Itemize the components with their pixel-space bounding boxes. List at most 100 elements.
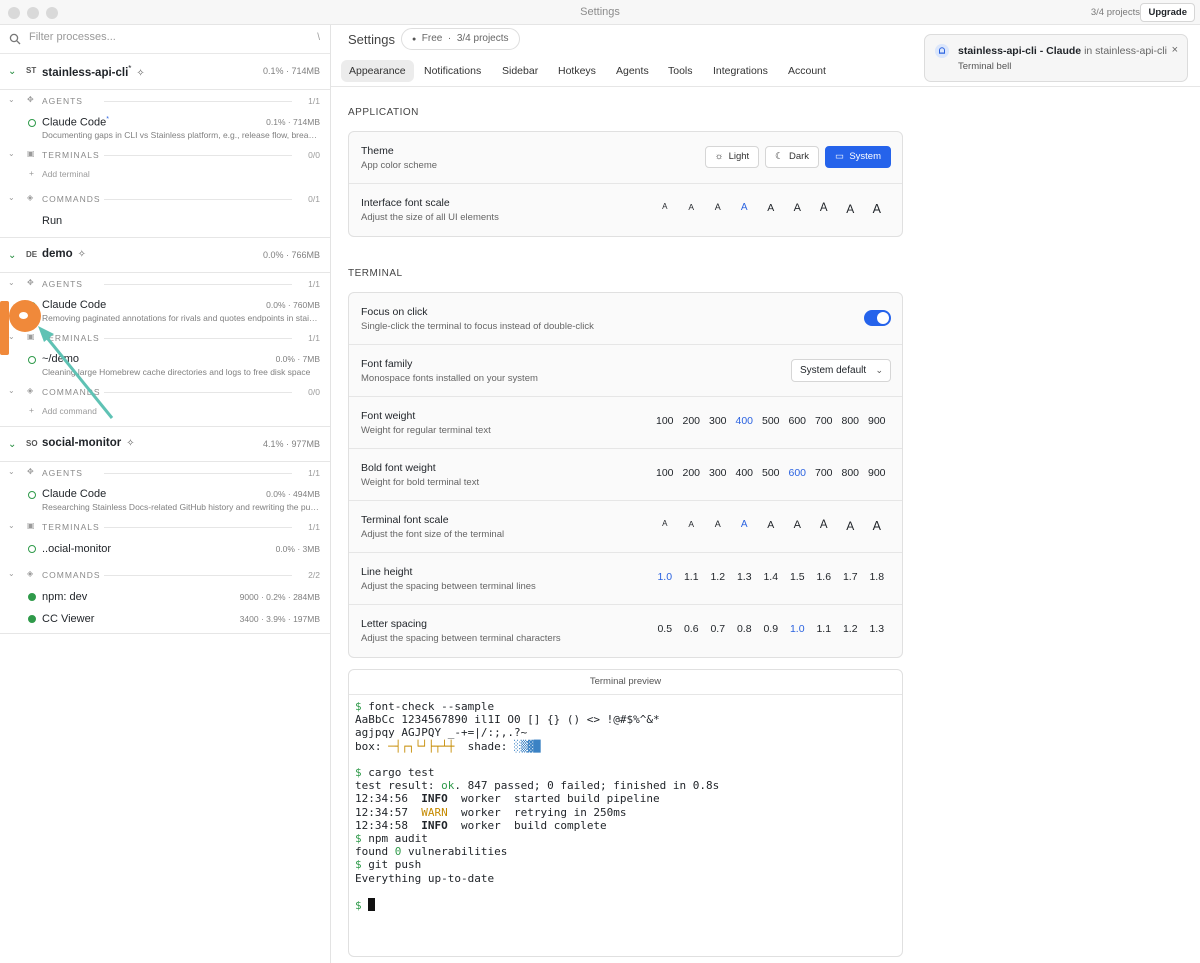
scale-option[interactable]: A	[784, 519, 811, 533]
line-height-option[interactable]: 1.5	[784, 571, 811, 583]
scale-option[interactable]: A	[758, 202, 785, 216]
scale-option[interactable]: A	[837, 202, 864, 216]
scale-option-selected[interactable]: A	[731, 519, 758, 533]
scale-option[interactable]: A	[678, 519, 705, 533]
chevron-down-icon[interactable]: ⌄	[8, 467, 15, 476]
letter-spacing-option[interactable]: 0.7	[705, 623, 732, 635]
scale-option[interactable]: A	[811, 202, 838, 216]
font-family-description: Monospace fonts installed on your system	[361, 373, 538, 384]
scale-option[interactable]: A	[652, 519, 679, 533]
line-height-option[interactable]: 1.8	[864, 571, 891, 583]
scale-option[interactable]: A	[864, 519, 891, 533]
letter-spacing-option[interactable]: 0.5	[652, 623, 679, 635]
tab-integrations[interactable]: Integrations	[705, 60, 776, 82]
terminal-item[interactable]: ..ocial-monitor 0.0% · 3MB	[0, 538, 330, 560]
line-height-row: Line height Adjust the spacing between t…	[349, 553, 902, 605]
theme-light-button[interactable]: ☼ Light	[704, 146, 760, 168]
weight-option[interactable]: 300	[705, 415, 732, 427]
chevron-down-icon[interactable]: ⌄	[8, 439, 16, 450]
weight-option-selected[interactable]: 400	[731, 415, 758, 427]
tab-sidebar[interactable]: Sidebar	[494, 60, 546, 82]
plan-badge[interactable]: ● Free · 3/4 projects	[401, 28, 520, 50]
weight-option[interactable]: 700	[811, 415, 838, 427]
agent-description: Researching Stainless Docs-related GitHu…	[42, 502, 320, 512]
theme-system-button[interactable]: ▭ System	[825, 146, 891, 168]
line-height-option[interactable]: 1.2	[705, 571, 732, 583]
chevron-down-icon[interactable]: ⌄	[8, 569, 15, 578]
font-family-select[interactable]: System default ⌄	[791, 359, 891, 382]
weight-option[interactable]: 500	[758, 415, 785, 427]
tab-tools[interactable]: Tools	[660, 60, 701, 82]
terminal-section-title: TERMINAL	[348, 268, 403, 279]
command-item[interactable]: CC Viewer 3400 · 3.9% · 197MB	[0, 608, 330, 634]
command-item[interactable]: npm: dev 9000 · 0.2% · 284MB	[0, 586, 330, 608]
scale-option-selected[interactable]: A	[731, 202, 758, 216]
letter-spacing-option-selected[interactable]: 1.0	[784, 623, 811, 635]
letter-spacing-option[interactable]: 0.9	[758, 623, 785, 635]
weight-option-selected[interactable]: 600	[784, 467, 811, 479]
weight-option[interactable]: 600	[784, 415, 811, 427]
line-height-option[interactable]: 1.7	[837, 571, 864, 583]
scale-option[interactable]: A	[678, 202, 705, 216]
notification-agent: Claude	[1046, 45, 1082, 57]
focus-on-click-description: Single-click the terminal to focus inste…	[361, 321, 594, 332]
focus-on-click-toggle[interactable]	[864, 310, 891, 326]
line-height-option-selected[interactable]: 1.0	[652, 571, 679, 583]
commands-section-header[interactable]: ⌄ ◈ COMMANDS 2/2	[0, 564, 330, 586]
scale-option[interactable]: A	[864, 202, 891, 216]
letter-spacing-option[interactable]: 0.8	[731, 623, 758, 635]
weight-option[interactable]: 700	[811, 467, 838, 479]
agents-section-header[interactable]: ⌄ ✥ AGENTS 1/1	[0, 462, 330, 484]
scale-option[interactable]: A	[705, 202, 732, 216]
tab-appearance[interactable]: Appearance	[341, 60, 414, 82]
weight-option[interactable]: 300	[705, 467, 732, 479]
annotation-arrow-icon	[38, 326, 114, 419]
weight-option[interactable]: 200	[678, 467, 705, 479]
terminals-section-header[interactable]: ⌄ ▣ TERMINALS 1/1	[0, 516, 330, 538]
tab-agents[interactable]: Agents	[608, 60, 657, 82]
weight-option[interactable]: 800	[837, 467, 864, 479]
chevron-down-icon[interactable]: ⌄	[8, 521, 15, 530]
command-title: npm: dev	[42, 591, 88, 603]
weight-option[interactable]: 200	[678, 415, 705, 427]
line-height-option[interactable]: 1.4	[758, 571, 785, 583]
weight-option[interactable]: 100	[652, 415, 679, 427]
tab-notifications[interactable]: Notifications	[416, 60, 489, 82]
weight-option[interactable]: 100	[652, 467, 679, 479]
agent-title: Claude Code	[42, 488, 107, 500]
scale-option[interactable]: A	[758, 519, 785, 533]
tab-hotkeys[interactable]: Hotkeys	[550, 60, 604, 82]
divider	[104, 338, 292, 339]
notification-body: Terminal bell	[958, 61, 1012, 72]
scale-option[interactable]: A	[705, 519, 732, 533]
terminal-preview[interactable]: Terminal preview $ font-check --sample A…	[348, 669, 903, 957]
weight-option[interactable]: 800	[837, 415, 864, 427]
bell-icon	[935, 44, 949, 58]
project-header[interactable]: ⌄ SO social-monitor ✧ 4.1% · 977MB	[0, 426, 330, 462]
theme-dark-button[interactable]: ☾ Dark	[765, 146, 820, 168]
letter-spacing-option[interactable]: 1.3	[864, 623, 891, 635]
scale-option[interactable]: A	[652, 202, 679, 216]
letter-spacing-option[interactable]: 1.2	[837, 623, 864, 635]
letter-spacing-option[interactable]: 0.6	[678, 623, 705, 635]
line-height-option[interactable]: 1.3	[731, 571, 758, 583]
scale-option[interactable]: A	[837, 519, 864, 533]
scale-option[interactable]: A	[811, 519, 838, 533]
notification-toast[interactable]: stainless-api-cli - Claude in stainless-…	[924, 34, 1188, 82]
agent-item[interactable]: Claude Code 0.0% · 494MB Researching Sta…	[0, 484, 330, 516]
notification-sep: -	[1039, 45, 1044, 57]
weight-option[interactable]: 900	[864, 467, 891, 479]
upgrade-button[interactable]: Upgrade	[1140, 3, 1195, 22]
line-height-option[interactable]: 1.1	[678, 571, 705, 583]
line-height-option[interactable]: 1.6	[811, 571, 838, 583]
divider	[104, 101, 292, 102]
moon-icon: ☾	[775, 151, 784, 162]
scale-option[interactable]: A	[784, 202, 811, 216]
letter-spacing-option[interactable]: 1.1	[811, 623, 838, 635]
weight-option[interactable]: 400	[731, 467, 758, 479]
section-label: AGENTS	[42, 468, 83, 478]
close-icon[interactable]: ×	[1172, 44, 1178, 56]
tab-account[interactable]: Account	[780, 60, 834, 82]
weight-option[interactable]: 500	[758, 467, 785, 479]
weight-option[interactable]: 900	[864, 415, 891, 427]
